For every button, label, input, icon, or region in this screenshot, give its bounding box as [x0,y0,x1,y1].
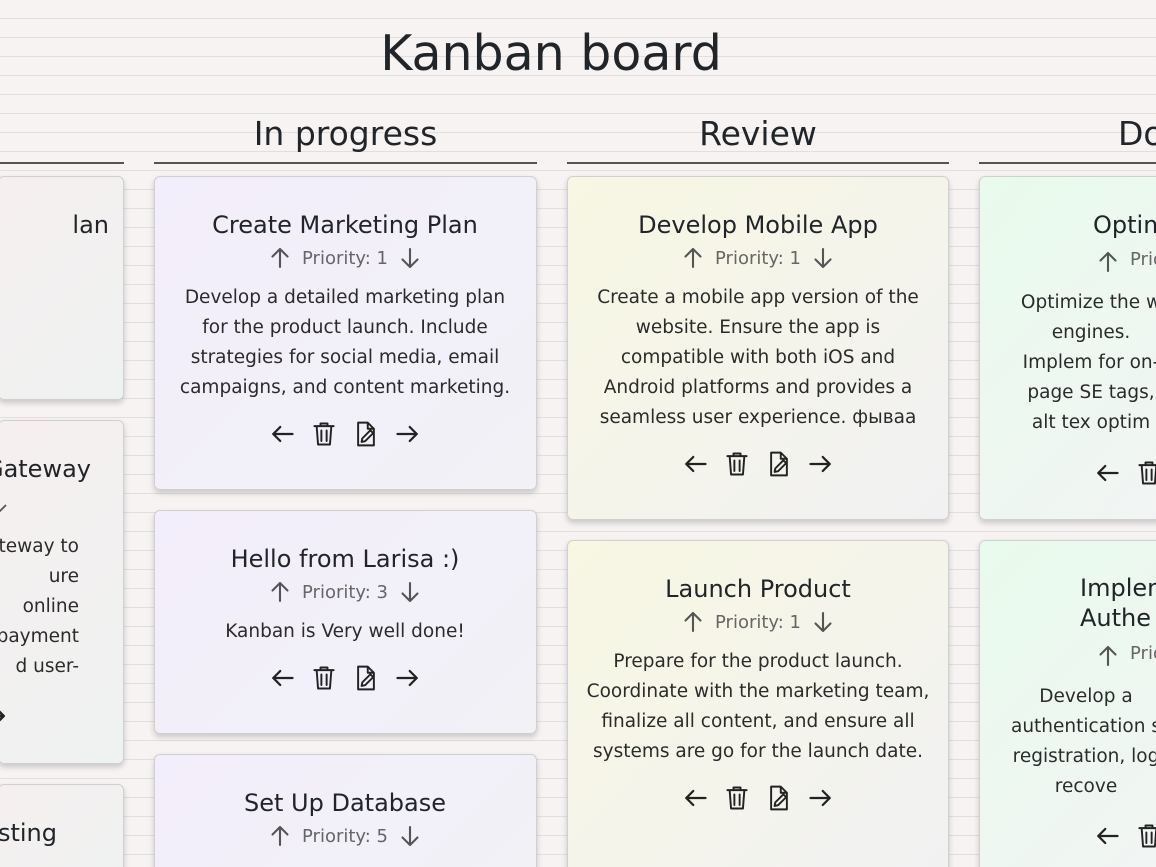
card-title: Create Marketing Plan [212,211,478,239]
arrow-down-icon[interactable] [398,580,422,604]
card-title: Implem Authe [1080,574,1156,632]
card-description: Kanban is Very well done! [225,621,465,642]
card-description: Develop a detailed marketing plan for th… [179,287,511,398]
arrow-left-icon[interactable] [681,784,709,812]
card-title: Develop Mobile App [638,211,878,239]
arrow-left-icon[interactable] [1093,822,1121,850]
trash-icon[interactable] [723,450,751,478]
edit-file-icon[interactable] [352,420,380,448]
task-card: Hello from Larisa :) Priority: 3 Kanban … [154,510,537,734]
arrow-left-icon[interactable] [1093,459,1121,487]
card-title: sting [0,819,57,847]
trash-icon[interactable] [310,664,338,692]
arrow-down-icon[interactable] [398,824,422,848]
task-card: Set Up Database Priority: 5 [154,754,537,867]
arrow-left-icon[interactable] [681,450,709,478]
card-priority: Priority: 3 [302,581,388,603]
task-card: Create Marketing Plan Priority: 1 Develo… [154,176,537,490]
card-title: Launch Product [665,575,851,603]
column-title-review: Review [699,114,817,153]
arrow-up-icon[interactable] [1096,250,1120,274]
card-priority: Prio [1130,249,1156,270]
arrow-up-icon[interactable] [681,246,705,270]
arrow-up-icon[interactable] [268,824,292,848]
card-description: Prepare for the product launch. Coordina… [586,651,930,762]
task-card: Optim Prio Optimize the w engines. Imple… [979,176,1156,520]
arrow-left-icon[interactable] [268,664,296,692]
column-divider [154,162,537,164]
card-title: Optim [1093,211,1156,239]
edit-file-icon[interactable] [765,784,793,812]
card-priority: Prio [1130,643,1156,664]
task-card: Gateway teway to ure online payment d us… [0,420,124,764]
arrow-right-icon[interactable] [394,420,422,448]
card-priority: Priority: 5 [302,825,388,847]
arrow-down-icon[interactable] [811,610,835,634]
edit-file-icon[interactable] [765,450,793,478]
card-title: Gateway [0,455,91,483]
card-description: teway to ure online payment d user- [0,536,79,677]
task-card: Develop Mobile App Priority: 1 Create a … [567,176,949,520]
arrow-right-icon[interactable] [0,702,9,730]
task-card: sting [0,784,124,867]
arrow-up-icon[interactable] [1096,644,1120,668]
card-description: Optimize the w engines. Implem for on-pa… [1020,292,1156,433]
chevron-down-icon [0,504,7,513]
trash-icon[interactable] [310,420,338,448]
card-title: Set Up Database [244,789,446,817]
trash-icon[interactable] [1135,822,1156,850]
arrow-right-icon[interactable] [807,784,835,812]
arrow-up-icon[interactable] [681,610,705,634]
arrow-up-icon[interactable] [268,580,292,604]
card-priority: Priority: 1 [302,247,388,269]
card-title: lan [72,211,109,239]
card-priority: Priority: 1 [715,611,801,633]
card-description: Create a mobile app version of the websi… [597,287,919,428]
card-priority: Priority: 1 [715,247,801,269]
task-card: Implem Authe Prio Develop a authenticati… [979,540,1156,867]
column-divider [567,162,949,164]
edit-file-icon[interactable] [352,664,380,692]
task-card: Launch Product Priority: 1 Prepare for t… [567,540,949,867]
task-card: lan [0,176,124,400]
arrow-right-icon[interactable] [394,664,422,692]
arrow-down-icon[interactable] [398,246,422,270]
arrow-right-icon[interactable] [807,450,835,478]
column-title-done: Do [1118,114,1156,153]
trash-icon[interactable] [723,784,751,812]
arrow-left-icon[interactable] [268,420,296,448]
column-divider [0,162,124,164]
trash-icon[interactable] [1135,459,1156,487]
board-title: Kanban board [380,25,722,82]
arrow-up-icon[interactable] [268,246,292,270]
column-divider [979,162,1156,164]
arrow-down-icon[interactable] [811,246,835,270]
column-title-in-progress: In progress [253,114,438,153]
card-description: Develop a authentication s registration,… [1010,686,1156,797]
card-title: Hello from Larisa :) [230,545,460,573]
